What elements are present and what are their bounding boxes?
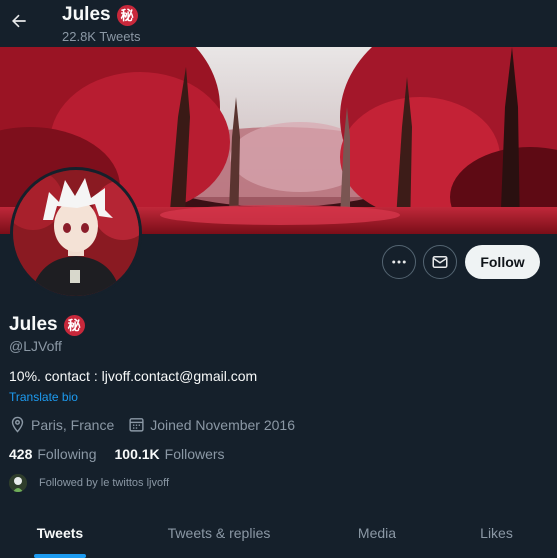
location-pin-icon (11, 416, 24, 433)
following-link[interactable]: 428 Following (9, 446, 97, 462)
arrow-left-icon (12, 14, 26, 28)
followed-by[interactable]: Followed by le twittos ljvoff (9, 474, 169, 492)
join-date: Joined November 2016 (128, 416, 295, 433)
location-text: Paris, France (31, 416, 115, 433)
tab-label: Likes (480, 525, 513, 541)
secret-badge-icon: 秘 (116, 4, 138, 26)
active-tab-indicator (34, 554, 86, 558)
more-button[interactable] (382, 245, 416, 279)
followers-link[interactable]: 100.1K Followers (115, 446, 225, 462)
follow-button[interactable]: Follow (465, 245, 540, 279)
tab-label: Tweets (36, 525, 84, 541)
follower-avatar (9, 474, 27, 492)
back-button[interactable] (4, 6, 34, 36)
profile-name: Jules 秘 (9, 314, 85, 336)
profile-page: Jules 秘 22.8K Tweets Follow Jules 秘 @LJV… (0, 0, 557, 558)
secret-badge-icon: 秘 (63, 314, 85, 336)
tab-media[interactable]: Media (318, 508, 436, 558)
join-date-text: Joined November 2016 (150, 416, 296, 433)
profile-handle: @LJVoff (9, 338, 62, 354)
tab-likes[interactable]: Likes (436, 508, 557, 558)
top-bar: Jules 秘 22.8K Tweets (0, 0, 557, 47)
header-name-text: Jules (62, 4, 111, 25)
location: Paris, France (9, 416, 114, 433)
message-button[interactable] (423, 245, 457, 279)
following-label: Following (37, 446, 97, 462)
profile-name-text: Jules (9, 314, 58, 335)
more-dots-icon (392, 260, 406, 264)
calendar-icon (129, 418, 144, 432)
tab-tweets-replies[interactable]: Tweets & replies (120, 508, 318, 558)
header-name: Jules 秘 (62, 4, 138, 26)
tab-tweets[interactable]: Tweets (0, 508, 120, 558)
mail-icon (432, 256, 448, 268)
follow-counts: 428 Following 100.1K Followers (9, 446, 225, 462)
tab-label: Media (357, 525, 397, 541)
profile-bio: 10%. contact : ljvoff.contact@gmail.com (9, 368, 258, 384)
followed-by-text: Followed by le twittos ljvoff (39, 477, 170, 489)
profile-tabs: Tweets Tweets & replies Media Likes (0, 508, 557, 558)
profile-avatar[interactable] (10, 167, 142, 299)
followers-count: 100.1K (114, 446, 160, 462)
followers-label: Followers (164, 446, 225, 462)
following-count: 428 (9, 446, 33, 462)
tweet-count: 22.8K Tweets (62, 29, 141, 44)
profile-meta: Paris, France Joined November 2016 (9, 416, 295, 433)
tab-label: Tweets & replies (167, 525, 271, 541)
translate-bio-link[interactable]: Translate bio (9, 390, 78, 404)
